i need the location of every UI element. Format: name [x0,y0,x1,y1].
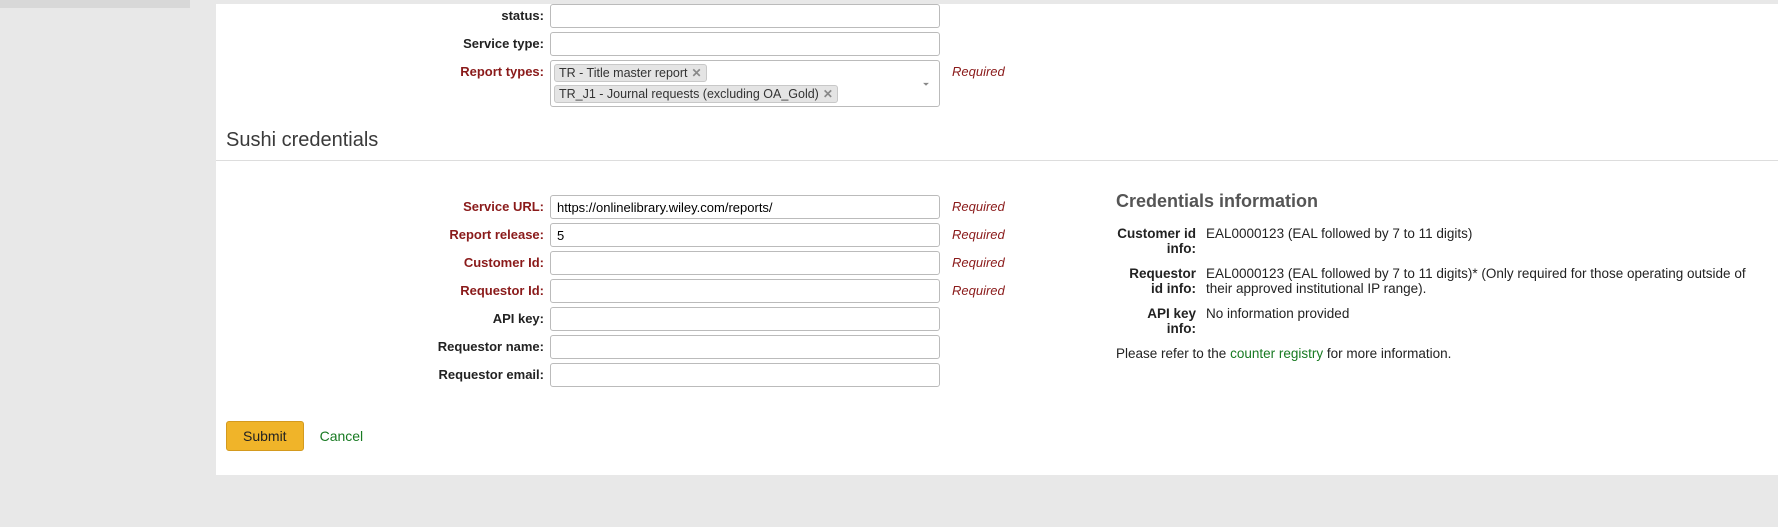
credentials-info-panel: Credentials information Customer id info… [1116,191,1778,391]
cancel-button[interactable]: Cancel [320,428,364,444]
info-value-api-key: No information provided [1206,306,1770,336]
required-note: Required [952,60,1005,79]
requestor-name-input[interactable] [550,335,940,359]
service-type-input[interactable] [550,32,940,56]
label-report-release: Report release: [216,223,550,242]
label-requestor-email: Requestor email: [216,363,550,382]
required-note: Required [952,279,1005,298]
counter-registry-link[interactable]: counter registry [1230,346,1323,361]
service-url-input[interactable] [550,195,940,219]
required-note: Required [952,251,1005,270]
label-report-types: Report types: [216,60,550,79]
report-types-select[interactable]: TR - Title master report ✕ TR_J1 - Journ… [550,60,940,107]
submit-button[interactable]: Submit [226,421,304,451]
report-type-tag[interactable]: TR_J1 - Journal requests (excluding OA_G… [554,85,838,103]
info-label-customer-id: Customer id info: [1116,226,1206,256]
api-key-input[interactable] [550,307,940,331]
label-service-type: Service type: [216,32,550,51]
label-status: status: [216,4,550,23]
tag-label: TR - Title master report [559,66,688,80]
credentials-form: Service URL: Required Report release: Re… [216,191,1116,391]
label-requestor-name: Requestor name: [216,335,550,354]
info-label-requestor-id: Requestor id info: [1116,266,1206,296]
report-type-tag[interactable]: TR - Title master report ✕ [554,64,707,82]
close-icon[interactable]: ✕ [823,88,833,100]
form-actions: Submit Cancel [216,391,1778,451]
label-customer-id: Customer Id: [216,251,550,270]
label-service-url: Service URL: [216,195,550,214]
info-label-api-key: API key info: [1116,306,1206,336]
section-sushi-credentials: Sushi credentials [216,111,1778,161]
required-note: Required [952,195,1005,214]
requestor-email-input[interactable] [550,363,940,387]
credentials-info-heading: Credentials information [1116,191,1770,212]
requestor-id-input[interactable] [550,279,940,303]
tag-label: TR_J1 - Journal requests (excluding OA_G… [559,87,819,101]
report-release-input[interactable] [550,223,940,247]
footer-note-pre: Please refer to the [1116,346,1230,361]
footer-note-post: for more information. [1323,346,1451,361]
customer-id-input[interactable] [550,251,940,275]
status-input[interactable] [550,4,940,28]
sidebar-placeholder [0,0,190,8]
close-icon[interactable]: ✕ [692,67,702,79]
label-api-key: API key: [216,307,550,326]
chevron-down-icon[interactable] [919,77,933,91]
main-content: status: Service type: Report types: TR -… [216,4,1778,475]
label-requestor-id: Requestor Id: [216,279,550,298]
required-note: Required [952,223,1005,242]
credentials-footer-note: Please refer to the counter registry for… [1116,346,1770,361]
info-value-customer-id: EAL0000123 (EAL followed by 7 to 11 digi… [1206,226,1770,256]
info-value-requestor-id: EAL0000123 (EAL followed by 7 to 11 digi… [1206,266,1770,296]
